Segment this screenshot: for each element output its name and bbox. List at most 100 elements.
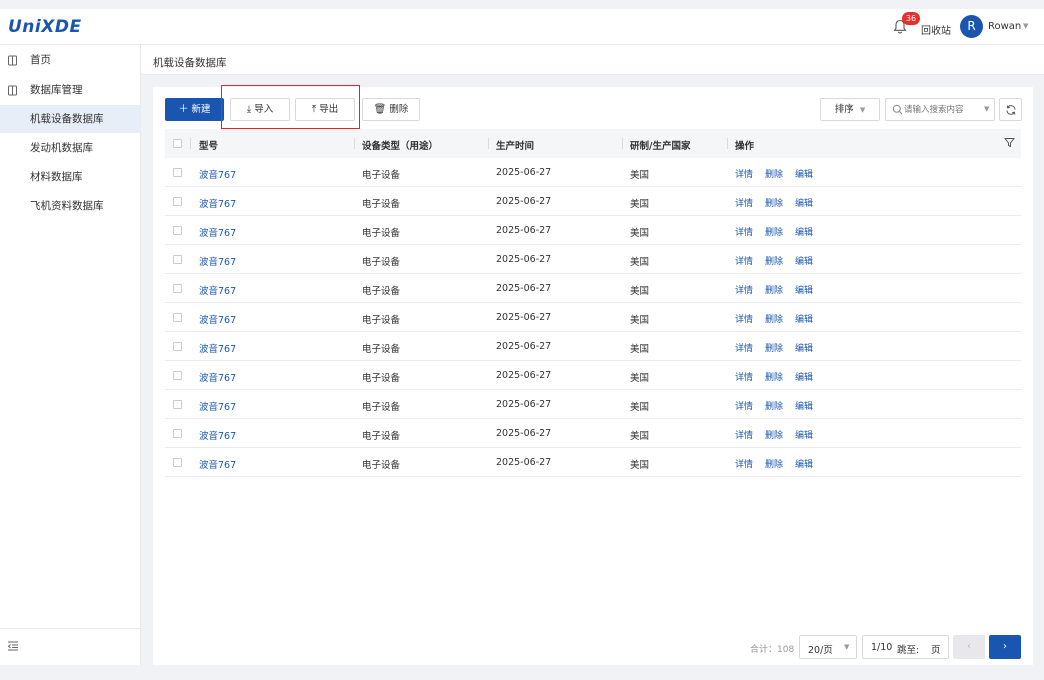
row-checkbox[interactable] [173, 197, 182, 206]
refresh-button[interactable] [999, 98, 1022, 121]
model-link[interactable]: 波音767 [199, 399, 236, 413]
detail-link[interactable]: 详情 [735, 370, 753, 383]
column-divider [727, 138, 728, 149]
detail-link[interactable]: 详情 [735, 225, 753, 238]
device-type-cell: 电子设备 [362, 257, 401, 268]
edit-link[interactable]: 编辑 [795, 225, 813, 238]
delete-link[interactable]: 删除 [765, 167, 783, 180]
column-header-date[interactable]: 生产时间 [496, 138, 534, 152]
prev-page-button[interactable]: ‹ [953, 635, 985, 659]
sidebar-item-material-db[interactable]: 材料数据库 [0, 163, 141, 191]
edit-link[interactable]: 编辑 [795, 428, 813, 441]
row-checkbox[interactable] [173, 255, 182, 264]
production-date-cell: 2025-06-27 [496, 254, 552, 265]
row-checkbox[interactable] [173, 168, 182, 177]
delete-link[interactable]: 删除 [765, 254, 783, 267]
column-header-type[interactable]: 设备类型（用途） [362, 138, 438, 152]
model-link[interactable]: 波音767 [199, 312, 236, 326]
delete-link[interactable]: 删除 [765, 196, 783, 209]
detail-link[interactable]: 详情 [735, 196, 753, 209]
delete-link[interactable]: 删除 [765, 312, 783, 325]
edit-link[interactable]: 编辑 [795, 254, 813, 267]
sidebar-item-label: 首页 [30, 54, 51, 66]
detail-link[interactable]: 详情 [735, 254, 753, 267]
row-checkbox[interactable] [173, 226, 182, 235]
top-bar: UniXDE 36 回收站 R Rowan ▼ [0, 9, 1044, 45]
sidebar-item-home[interactable]: 首页 [0, 46, 141, 74]
delete-link[interactable]: 删除 [765, 428, 783, 441]
column-header-model[interactable]: 型号 [199, 138, 218, 152]
delete-link[interactable]: 删除 [765, 225, 783, 238]
detail-link[interactable]: 详情 [735, 457, 753, 470]
row-checkbox[interactable] [173, 371, 182, 380]
sidebar-item-database-management[interactable]: 数据库管理 [0, 76, 141, 104]
sidebar-item-aircraft-docs-db[interactable]: 飞机资料数据库 [0, 192, 141, 220]
edit-link[interactable]: 编辑 [795, 283, 813, 296]
delete-button[interactable]: 🗑 删除 [362, 98, 420, 121]
app-logo[interactable]: UniXDE [8, 17, 82, 37]
delete-link[interactable]: 删除 [765, 341, 783, 354]
row-checkbox[interactable] [173, 400, 182, 409]
detail-link[interactable]: 详情 [735, 428, 753, 441]
filter-icon[interactable] [1004, 137, 1015, 148]
delete-button-label: 删除 [389, 104, 409, 115]
edit-link[interactable]: 编辑 [795, 167, 813, 180]
country-cell: 美国 [630, 228, 650, 239]
search-input[interactable] [904, 102, 974, 118]
edit-link[interactable]: 编辑 [795, 341, 813, 354]
user-avatar[interactable]: R [960, 15, 983, 38]
delete-link[interactable]: 删除 [765, 399, 783, 412]
row-checkbox[interactable] [173, 458, 182, 467]
table-row: 波音767 电子设备 2025-06-27 美国 详情 删除 编辑 [165, 361, 1021, 390]
row-checkbox[interactable] [173, 313, 182, 322]
detail-link[interactable]: 详情 [735, 312, 753, 325]
model-link[interactable]: 波音767 [199, 428, 236, 442]
model-link[interactable]: 波音767 [199, 196, 236, 210]
database-icon [8, 85, 17, 96]
production-date-cell: 2025-06-27 [496, 196, 552, 207]
page-size-value: 20/页 [808, 645, 833, 656]
search-box[interactable]: ▼ [885, 98, 995, 121]
next-page-button[interactable]: › [989, 635, 1021, 659]
collapse-menu-icon[interactable] [7, 641, 19, 651]
detail-link[interactable]: 详情 [735, 283, 753, 296]
new-button[interactable]: ＋新建 [165, 98, 224, 121]
detail-link[interactable]: 详情 [735, 167, 753, 180]
sort-dropdown[interactable]: 排序 ▼ [820, 98, 880, 121]
sidebar-item-label: 机载设备数据库 [30, 113, 104, 125]
country-cell: 美国 [630, 344, 650, 355]
table-row: 波音767 电子设备 2025-06-27 美国 详情 删除 编辑 [165, 303, 1021, 332]
delete-link[interactable]: 删除 [765, 283, 783, 296]
edit-link[interactable]: 编辑 [795, 370, 813, 383]
page-jump[interactable]: 1/10 跳至: 页 [862, 635, 949, 659]
model-link[interactable]: 波音767 [199, 457, 236, 471]
row-checkbox[interactable] [173, 429, 182, 438]
chevron-down-icon[interactable]: ▼ [984, 105, 989, 113]
model-link[interactable]: 波音767 [199, 370, 236, 384]
model-link[interactable]: 波音767 [199, 283, 236, 297]
model-link[interactable]: 波音767 [199, 225, 236, 239]
delete-link[interactable]: 删除 [765, 457, 783, 470]
country-cell: 美国 [630, 257, 650, 268]
device-type-cell: 电子设备 [362, 460, 401, 471]
model-link[interactable]: 波音767 [199, 167, 236, 181]
detail-link[interactable]: 详情 [735, 399, 753, 412]
delete-link[interactable]: 删除 [765, 370, 783, 383]
edit-link[interactable]: 编辑 [795, 312, 813, 325]
edit-link[interactable]: 编辑 [795, 457, 813, 470]
select-all-checkbox[interactable] [173, 139, 182, 148]
user-menu-caret-icon[interactable]: ▼ [1023, 22, 1028, 30]
model-link[interactable]: 波音767 [199, 254, 236, 268]
edit-link[interactable]: 编辑 [795, 196, 813, 209]
row-checkbox[interactable] [173, 342, 182, 351]
page-size-select[interactable]: 20/页 ▼ [799, 635, 857, 659]
user-name[interactable]: Rowan [988, 21, 1021, 32]
sidebar-item-engine-db[interactable]: 发动机数据库 [0, 134, 141, 162]
row-checkbox[interactable] [173, 284, 182, 293]
recycle-bin-link[interactable]: 回收站 [921, 22, 951, 37]
detail-link[interactable]: 详情 [735, 341, 753, 354]
column-header-country[interactable]: 研制/生产国家 [630, 138, 690, 152]
sidebar-item-airborne-equipment-db[interactable]: 机载设备数据库 [0, 105, 141, 133]
model-link[interactable]: 波音767 [199, 341, 236, 355]
edit-link[interactable]: 编辑 [795, 399, 813, 412]
